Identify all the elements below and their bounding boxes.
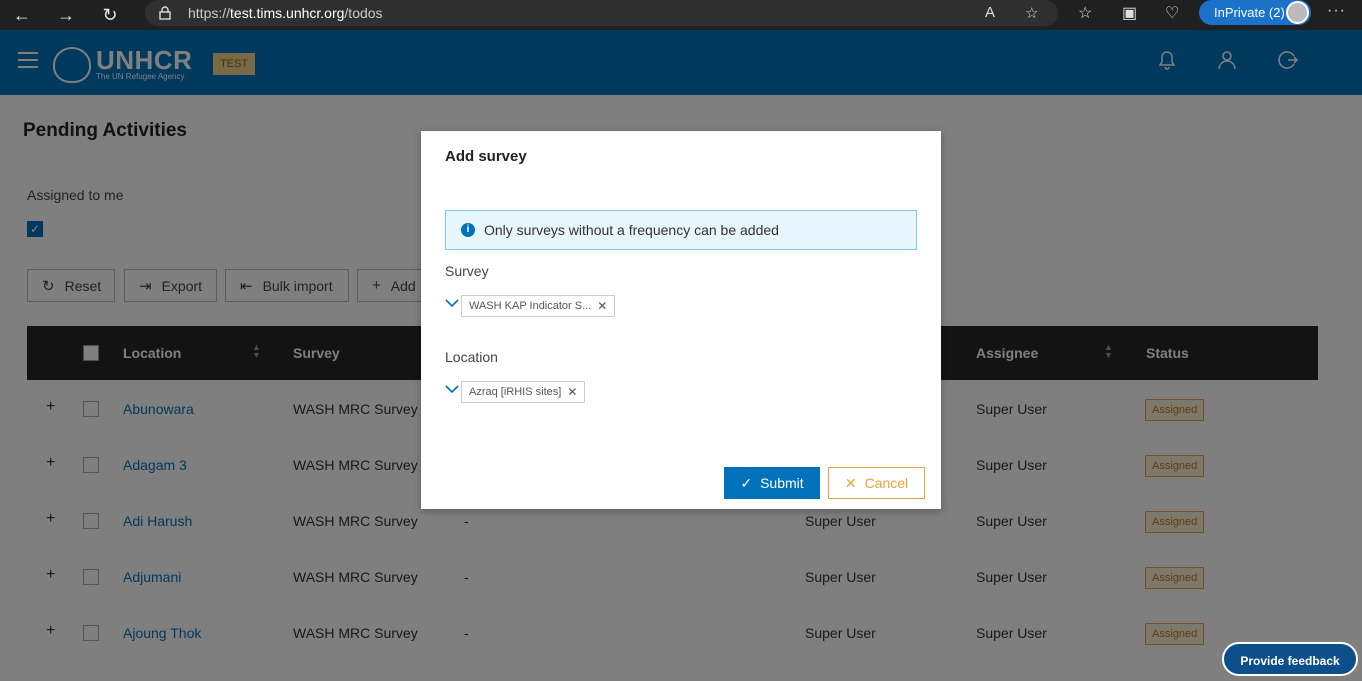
collections-icon[interactable]: ▣ [1122,3,1137,23]
info-icon: i [461,223,475,237]
read-aloud-icon[interactable]: A [985,4,995,21]
inprivate-label: InPrivate (2) [1214,5,1285,20]
survey-label: Survey [445,263,489,279]
inprivate-badge[interactable]: InPrivate (2) [1199,0,1311,25]
remove-chip-icon[interactable]: ✕ [597,299,607,313]
survey-chip: WASH KAP Indicator S... ✕ [461,295,616,317]
location-chip-label: Azraq [iRHIS sites] [469,386,562,398]
provide-feedback-button[interactable]: Provide feedback [1222,642,1358,676]
remove-chip-icon[interactable]: ✕ [567,385,577,399]
submit-button[interactable]: ✓ Submit [724,467,820,499]
favorite-star-icon[interactable]: ☆ [1025,4,1038,22]
check-icon: ✓ [740,474,753,491]
forward-icon[interactable]: → [44,0,88,30]
info-text: Only surveys without a frequency can be … [484,222,779,238]
chevron-down-icon[interactable] [445,296,459,311]
health-icon[interactable]: ♡ [1165,3,1179,23]
cancel-button[interactable]: ✕ Cancel [828,467,925,499]
avatar [1286,1,1309,24]
chevron-down-icon[interactable] [445,382,459,397]
dialog-title: Add survey [445,148,527,165]
close-icon: ✕ [844,474,857,491]
back-icon[interactable]: ← [0,0,44,30]
info-message: i Only surveys without a frequency can b… [445,210,917,250]
add-survey-dialog: Add survey i Only surveys without a freq… [421,131,941,509]
location-label: Location [445,349,498,365]
survey-chip-label: WASH KAP Indicator S... [469,300,592,312]
lock-icon [159,6,171,20]
favorites-icon[interactable]: ☆ [1078,3,1092,23]
refresh-icon[interactable]: ↻ [88,0,132,30]
location-chip: Azraq [iRHIS sites] ✕ [461,381,586,403]
address-bar[interactable]: https://test.tims.unhcr.org/todos A ☆ [145,0,1058,26]
url-text: https://test.tims.unhcr.org/todos [188,5,383,21]
more-icon[interactable]: ··· [1327,2,1346,20]
browser-toolbar: ← → ↻ https://test.tims.unhcr.org/todos … [0,0,1362,30]
